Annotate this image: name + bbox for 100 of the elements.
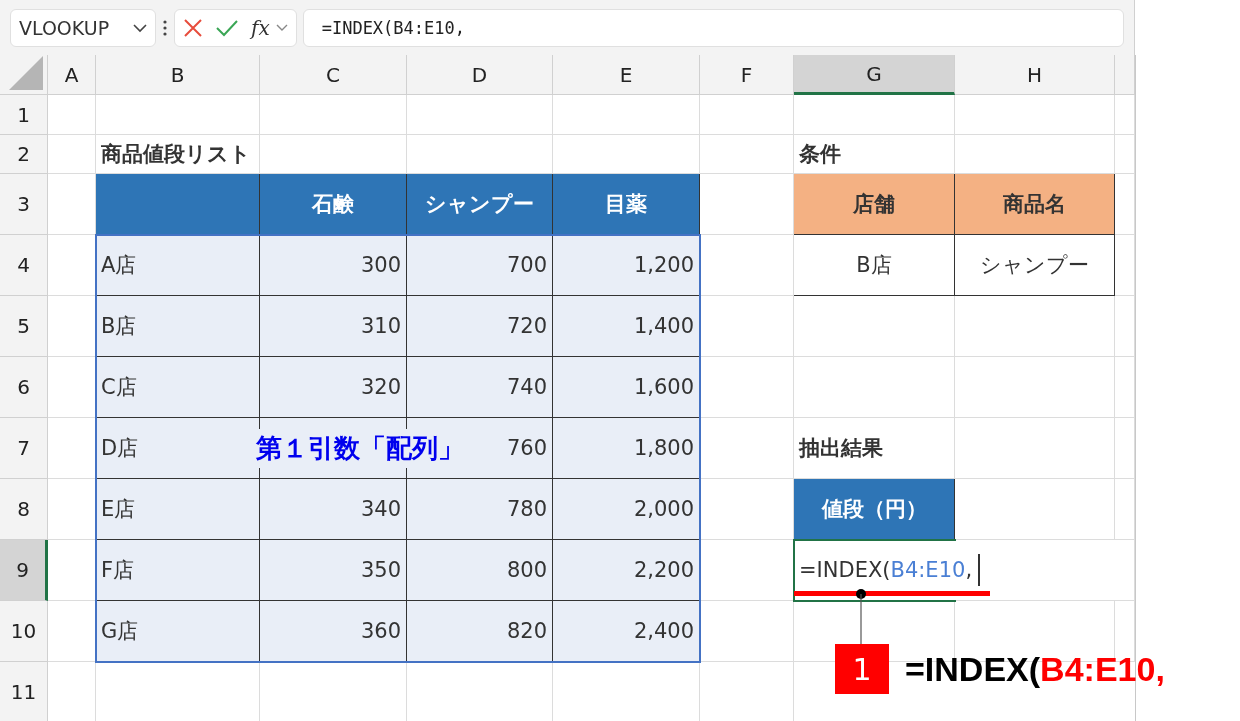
- close-icon[interactable]: [183, 17, 203, 38]
- spreadsheet-cell[interactable]: [955, 418, 1115, 479]
- table-cell: 1,400: [553, 296, 700, 357]
- table-cell: F店: [96, 540, 260, 601]
- table-cell: E店: [96, 479, 260, 540]
- spreadsheet-cell[interactable]: [553, 135, 700, 174]
- chevron-down-icon[interactable]: [275, 22, 288, 33]
- spreadsheet-cell[interactable]: [96, 95, 260, 135]
- table-cell: 320: [260, 357, 407, 418]
- spreadsheet-cell[interactable]: [794, 357, 955, 418]
- column-header[interactable]: F: [700, 55, 794, 95]
- spreadsheet-cell[interactable]: [48, 174, 96, 235]
- table-cell: 820: [407, 601, 553, 662]
- spreadsheet-cell[interactable]: [700, 601, 794, 662]
- row-header[interactable]: 4: [0, 235, 48, 296]
- spreadsheet-cell[interactable]: [700, 235, 794, 296]
- spreadsheet-cell[interactable]: [700, 95, 794, 135]
- spreadsheet-cell[interactable]: [955, 296, 1115, 357]
- spreadsheet-cell[interactable]: [1115, 479, 1135, 540]
- spreadsheet-cell[interactable]: [1115, 174, 1135, 235]
- spreadsheet-cell[interactable]: [794, 296, 955, 357]
- more-icon[interactable]: [162, 18, 168, 37]
- spreadsheet-cell[interactable]: [700, 135, 794, 174]
- table-cell: C店: [96, 357, 260, 418]
- spreadsheet-cell[interactable]: [955, 95, 1115, 135]
- table-cell: 740: [407, 357, 553, 418]
- spreadsheet-cell[interactable]: [700, 296, 794, 357]
- column-header[interactable]: E: [553, 55, 700, 95]
- spreadsheet-cell[interactable]: [955, 135, 1115, 174]
- spreadsheet-cell[interactable]: [700, 479, 794, 540]
- text-caret: [978, 554, 981, 586]
- spreadsheet-cell[interactable]: [1115, 135, 1135, 174]
- table-cell: 800: [407, 540, 553, 601]
- table-cell: 1,600: [553, 357, 700, 418]
- column-heading: 目薬: [553, 174, 700, 235]
- column-heading: 石鹸: [260, 174, 407, 235]
- spreadsheet-cell[interactable]: [1115, 235, 1135, 296]
- column-header[interactable]: D: [407, 55, 553, 95]
- spreadsheet-cell[interactable]: [553, 95, 700, 135]
- row-header[interactable]: 3: [0, 174, 48, 235]
- name-box[interactable]: VLOOKUP: [10, 8, 156, 47]
- spreadsheet-cell[interactable]: [955, 357, 1115, 418]
- column-heading: 値段（円）: [794, 479, 955, 540]
- spreadsheet-cell[interactable]: [1115, 418, 1135, 479]
- spreadsheet-cell[interactable]: [1115, 540, 1135, 601]
- spreadsheet-cell[interactable]: [700, 357, 794, 418]
- spreadsheet-cell[interactable]: [1115, 357, 1135, 418]
- spreadsheet-cell[interactable]: [48, 95, 96, 135]
- column-header[interactable]: B: [96, 55, 260, 95]
- column-header[interactable]: [1115, 55, 1135, 95]
- spreadsheet-cell[interactable]: [260, 135, 407, 174]
- spreadsheet-cell[interactable]: [407, 135, 553, 174]
- table-cell: 1,200: [553, 235, 700, 296]
- row-header[interactable]: 8: [0, 479, 48, 540]
- row-header[interactable]: 11: [0, 662, 48, 721]
- leader-line: [855, 588, 867, 646]
- table-cell: 780: [407, 479, 553, 540]
- table-cell: 2,000: [553, 479, 700, 540]
- section-title: 条件: [794, 135, 955, 174]
- insert-function-button[interactable]: fx: [251, 15, 270, 40]
- table-cell: 310: [260, 296, 407, 357]
- row-header[interactable]: 6: [0, 357, 48, 418]
- table-cell: 1,800: [553, 418, 700, 479]
- table-cell: 700: [407, 235, 553, 296]
- row-header[interactable]: 5: [0, 296, 48, 357]
- row-header[interactable]: 9: [0, 540, 48, 601]
- row-header[interactable]: 10: [0, 601, 48, 662]
- section-title: 抽出結果: [794, 418, 955, 479]
- spreadsheet-cell[interactable]: [48, 135, 96, 174]
- spreadsheet-cell[interactable]: [700, 174, 794, 235]
- row-header[interactable]: 2: [0, 135, 48, 174]
- column-header[interactable]: G: [794, 55, 955, 95]
- table-cell: 360: [260, 601, 407, 662]
- row-header[interactable]: 7: [0, 418, 48, 479]
- spreadsheet-cell[interactable]: [794, 95, 955, 135]
- column-header[interactable]: H: [955, 55, 1115, 95]
- table-cell: 340: [260, 479, 407, 540]
- column-header[interactable]: C: [260, 55, 407, 95]
- table-cell: 720: [407, 296, 553, 357]
- table-cell: 350: [260, 540, 407, 601]
- column-heading: シャンプー: [407, 174, 553, 235]
- table-cell: B店: [96, 296, 260, 357]
- column-heading: 商品名: [955, 174, 1115, 235]
- spreadsheet-cell[interactable]: [260, 95, 407, 135]
- formula-field[interactable]: =INDEX(B4:E10,: [302, 8, 1124, 47]
- table-cell: G店: [96, 601, 260, 662]
- row-header[interactable]: 1: [0, 95, 48, 135]
- table-title: 商品値段リスト: [96, 135, 260, 174]
- step-badge: 1: [835, 644, 889, 694]
- spreadsheet-cell[interactable]: [955, 479, 1115, 540]
- spreadsheet-cell[interactable]: [1115, 95, 1135, 135]
- spreadsheet-cell[interactable]: [407, 95, 553, 135]
- formula-label: =INDEX(B4:E10,: [905, 649, 1165, 689]
- column-header[interactable]: A: [48, 55, 96, 95]
- spreadsheet-cell[interactable]: [700, 418, 794, 479]
- table-cell: 300: [260, 235, 407, 296]
- chevron-down-icon: [133, 22, 147, 33]
- table-cell: 2,200: [553, 540, 700, 601]
- table-cell: シャンプー: [955, 235, 1115, 296]
- spreadsheet-cell[interactable]: [1115, 296, 1135, 357]
